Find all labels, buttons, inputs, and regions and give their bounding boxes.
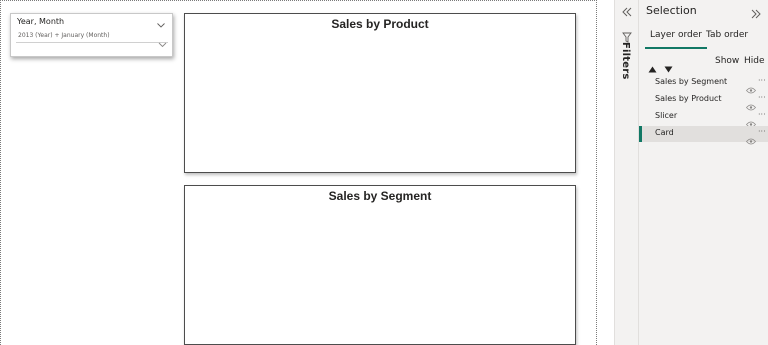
layer-item-label: Sales by Segment xyxy=(655,77,728,86)
layer-item-label: Card xyxy=(655,128,674,137)
more-options-icon[interactable]: ··· xyxy=(758,93,766,102)
pane-title: Selection xyxy=(646,4,697,17)
funnel-icon xyxy=(622,28,632,43)
visual-title: Sales by Segment xyxy=(328,189,432,203)
layer-item[interactable]: Sales by Product ··· xyxy=(639,92,768,111)
filters-label[interactable]: Filters xyxy=(620,42,631,80)
more-options-icon[interactable]: ··· xyxy=(758,110,766,119)
filters-pane-collapsed[interactable]: Filters xyxy=(614,0,638,345)
slicer-title: Year, Month xyxy=(17,17,65,26)
sales-by-product-visual[interactable]: Sales by Product xyxy=(184,13,576,173)
move-down-icon[interactable] xyxy=(664,58,673,73)
more-options-icon[interactable]: ··· xyxy=(758,76,766,85)
layer-item[interactable]: Sales by Segment ··· xyxy=(639,75,768,94)
layer-item-label: Sales by Product xyxy=(655,94,722,103)
more-options-icon[interactable]: ··· xyxy=(758,127,766,136)
chevron-down-icon[interactable] xyxy=(156,15,166,28)
layer-item-selected[interactable]: Card ··· xyxy=(639,126,768,145)
show-all-button[interactable]: Show xyxy=(715,56,739,66)
visual-title: Sales by Product xyxy=(331,17,429,31)
layer-item[interactable]: Slicer ··· xyxy=(639,109,768,128)
double-chevron-right-icon[interactable] xyxy=(750,5,762,19)
eye-icon[interactable] xyxy=(746,79,756,94)
dropdown-chevron-icon xyxy=(158,33,167,48)
sales-by-segment-visual[interactable]: Sales by Segment xyxy=(184,185,576,345)
tab-layer-order[interactable]: Layer order xyxy=(650,30,702,40)
report-canvas[interactable]: Year, Month 2013 (Year) + January (Month… xyxy=(0,0,597,345)
eye-icon[interactable] xyxy=(746,96,756,111)
move-up-icon[interactable] xyxy=(648,58,657,73)
layer-item-label: Slicer xyxy=(655,111,678,120)
year-month-slicer[interactable]: Year, Month 2013 (Year) + January (Month… xyxy=(10,13,173,57)
selection-pane: Selection Layer order Tab order Show Hid… xyxy=(638,0,768,345)
double-chevron-left-icon[interactable] xyxy=(621,3,633,17)
slicer-selected-value: 2013 (Year) + January (Month) xyxy=(18,32,110,39)
active-tab-indicator xyxy=(645,47,707,49)
slicer-dropdown[interactable]: 2013 (Year) + January (Month) xyxy=(16,31,168,48)
eye-icon[interactable] xyxy=(746,113,756,128)
hide-all-button[interactable]: Hide xyxy=(744,56,765,66)
eye-icon[interactable] xyxy=(746,130,756,145)
tab-tab-order[interactable]: Tab order xyxy=(706,30,748,40)
